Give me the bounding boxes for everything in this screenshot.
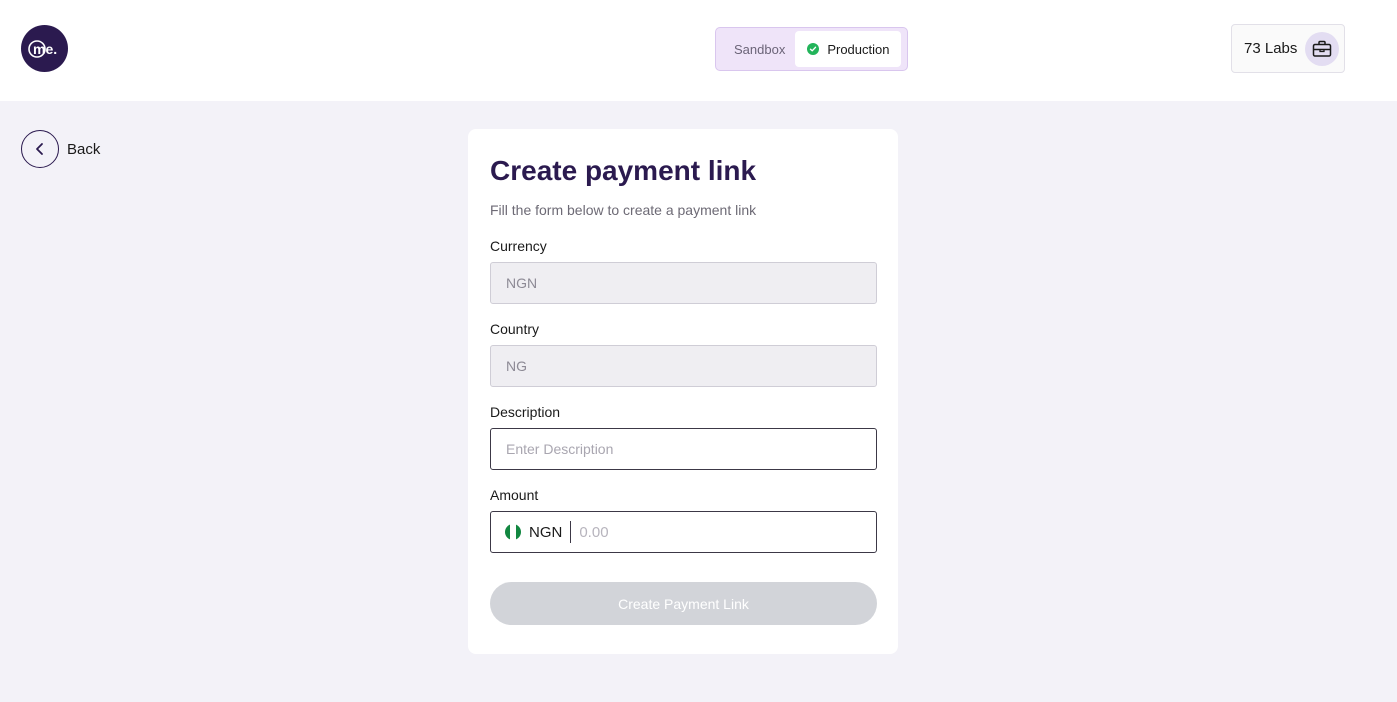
sandbox-label: Sandbox [734,41,786,57]
briefcase-icon [1305,31,1340,66]
brand-logo[interactable]: me. [21,25,68,72]
amount-currency-code: NGN [529,521,572,543]
amount-label: Amount [490,487,539,503]
page-title: Create payment link [490,155,757,186]
payment-link-form: Create payment link Fill the form below … [468,129,898,654]
sandbox-option[interactable]: Sandbox [722,31,795,67]
page-subtitle: Fill the form below to create a payment … [490,202,757,218]
back-button[interactable]: Back [21,130,100,168]
country-field: NG [490,345,877,387]
amount-input[interactable] [579,517,860,547]
svg-text:me.: me. [33,41,57,57]
chevron-left-icon [21,130,59,168]
organization-name: 73 Labs [1244,40,1298,57]
check-circle-icon [807,43,820,55]
amount-field: NGN [490,511,877,553]
description-label: Description [490,404,561,420]
currency-label: Currency [490,238,547,254]
environment-toggle: Sandbox Production [715,27,908,71]
production-option[interactable]: Production [795,31,901,67]
create-payment-link-button[interactable]: Create Payment Link [490,582,877,625]
production-label: Production [827,41,890,57]
country-label: Country [490,321,540,337]
top-bar: me. Sandbox Production 73 Labs [0,0,1397,101]
back-label: Back [67,140,101,158]
logo-mark-icon: me. [27,39,57,58]
description-input[interactable] [490,428,877,470]
organization-switcher[interactable]: 73 Labs [1231,24,1345,73]
nigeria-flag-icon [505,524,521,540]
currency-field: NGN [490,262,877,304]
